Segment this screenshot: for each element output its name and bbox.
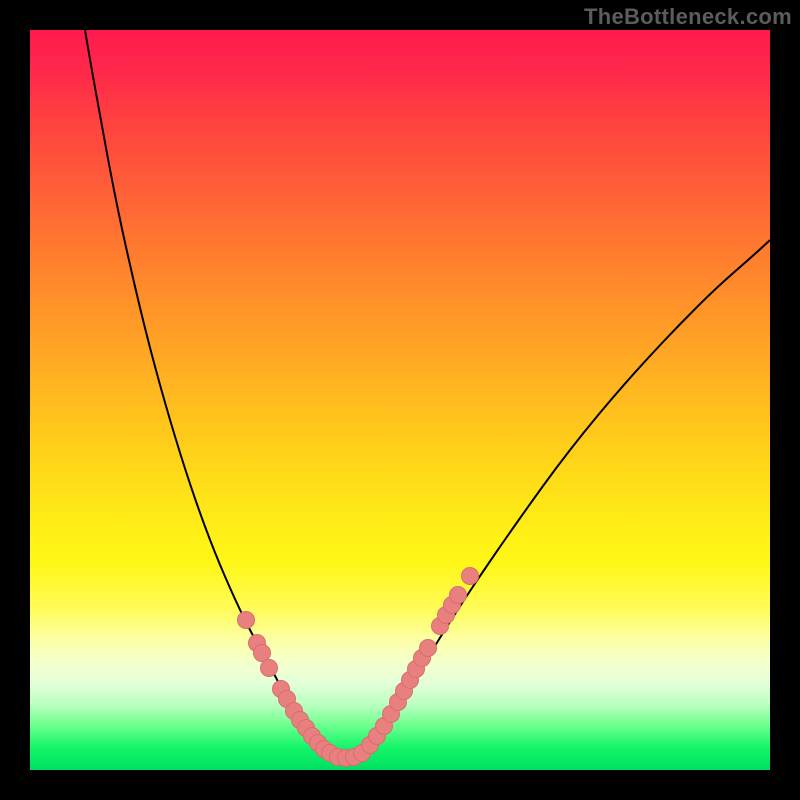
curve-right [360, 240, 770, 754]
markers-group [238, 568, 479, 767]
data-marker [420, 640, 437, 657]
chart-svg [30, 30, 770, 770]
chart-frame [30, 30, 770, 770]
curve-left [85, 30, 330, 754]
data-marker [450, 587, 467, 604]
watermark-label: TheBottleneck.com [584, 4, 792, 30]
data-marker [462, 568, 479, 585]
data-marker [238, 612, 255, 629]
data-marker [261, 660, 278, 677]
data-marker [254, 645, 271, 662]
